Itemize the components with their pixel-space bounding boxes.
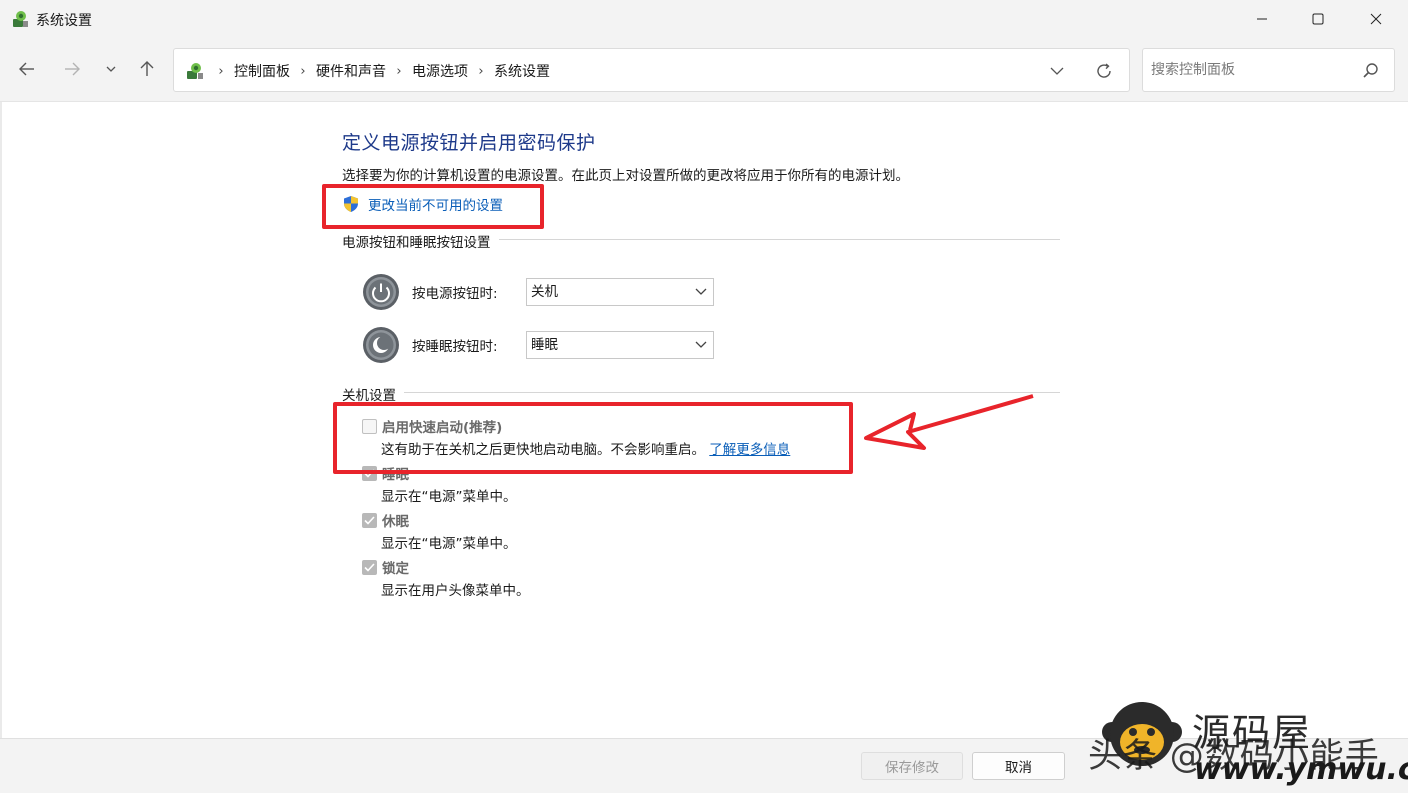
hibernate-description: 显示在“电源”菜单中。 [381, 536, 517, 552]
sleep-button-action-select[interactable]: 睡眠 [526, 331, 714, 359]
breadcrumb-hardware-sound[interactable]: 硬件和声音 [312, 61, 390, 81]
power-button-action-select[interactable]: 关机 [526, 278, 714, 306]
change-unavailable-settings-link[interactable]: 更改当前不可用的设置 [342, 194, 503, 214]
checkmark-icon [364, 468, 375, 478]
refresh-icon [1097, 63, 1111, 78]
learn-more-link[interactable]: 了解更多信息 [709, 442, 790, 458]
sleep-checkbox-row[interactable]: 睡眠 [362, 463, 409, 483]
navigation-bar: › 控制面板 › 硬件和声音 › 电源选项 › 系统设置 [0, 38, 1408, 102]
power-section-title: 电源按钮和睡眠按钮设置 [342, 231, 499, 251]
breadcrumb-power-options[interactable]: 电源选项 [408, 61, 472, 81]
chevron-down-icon [106, 66, 116, 72]
chevron-down-icon [695, 341, 707, 348]
checkmark-icon [364, 515, 375, 525]
hibernate-checkbox[interactable] [362, 512, 377, 528]
chevron-down-icon [695, 288, 707, 295]
fast-startup-desc-text: 这有助于在关机之后更快地启动电脑。不会影响重启。 [381, 442, 705, 458]
sleep-button-action-value: 睡眠 [531, 337, 558, 353]
arrow-right-icon [65, 62, 80, 76]
search-input[interactable] [1151, 59, 1351, 81]
uac-shield-icon [344, 196, 358, 212]
annotation-arrow-icon [864, 394, 1034, 450]
fast-startup-checkbox[interactable] [362, 418, 377, 434]
page-title: 定义电源按钮并启用密码保护 [342, 132, 596, 154]
hibernate-label: 休眠 [382, 514, 409, 530]
close-icon [1370, 13, 1382, 25]
maximize-icon [1312, 13, 1324, 25]
search-box[interactable] [1142, 48, 1395, 92]
lock-checkbox-row[interactable]: 锁定 [362, 557, 409, 577]
lock-checkbox[interactable] [362, 559, 377, 575]
arrow-left-icon [19, 62, 34, 76]
power-icon [363, 274, 399, 310]
up-button[interactable] [134, 56, 160, 82]
search-icon[interactable] [1361, 61, 1381, 81]
forward-button[interactable] [59, 56, 85, 82]
title-bar: 系统设置 [0, 0, 1408, 38]
sleep-description: 显示在“电源”菜单中。 [381, 489, 517, 505]
control-panel-icon [187, 63, 203, 79]
address-history-dropdown[interactable] [1045, 61, 1069, 81]
sleep-label: 睡眠 [382, 467, 409, 483]
sleep-button-row: 按睡眠按钮时: 睡眠 [362, 325, 722, 365]
main-content: 定义电源按钮并启用密码保护 选择要为你的计算机设置的电源设置。在此页上对设置所做… [0, 102, 1408, 738]
refresh-button[interactable] [1092, 60, 1116, 82]
sleep-checkbox[interactable] [362, 465, 377, 481]
breadcrumb-control-panel[interactable]: 控制面板 [230, 61, 294, 81]
lock-label: 锁定 [382, 561, 409, 577]
back-button[interactable] [14, 56, 40, 82]
save-changes-button[interactable]: 保存修改 [861, 752, 963, 780]
maximize-button[interactable] [1290, 0, 1346, 38]
minimize-button[interactable] [1234, 0, 1290, 38]
page-description: 选择要为你的计算机设置的电源设置。在此页上对设置所做的更改将应用于你所有的电源计… [342, 168, 909, 184]
fast-startup-checkbox-row[interactable]: 启用快速启动(推荐) [362, 416, 502, 436]
sleep-button-label: 按睡眠按钮时: [412, 339, 498, 355]
breadcrumb: › 控制面板 › 硬件和声音 › 电源选项 › 系统设置 [212, 61, 554, 81]
recent-locations-button[interactable] [98, 56, 124, 82]
control-panel-icon [13, 11, 28, 27]
checkmark-icon [364, 562, 375, 572]
power-button-label: 按电源按钮时: [412, 286, 498, 302]
sleep-moon-icon [363, 327, 399, 363]
breadcrumb-separator[interactable]: › [390, 64, 408, 79]
shutdown-section-title: 关机设置 [342, 384, 404, 404]
close-button[interactable] [1348, 0, 1404, 38]
chevron-down-icon [1050, 67, 1064, 75]
watermark-url: www.ymwu.com [1194, 752, 1408, 787]
breadcrumb-separator[interactable]: › [294, 64, 312, 79]
minimize-icon [1257, 18, 1267, 20]
fast-startup-description: 这有助于在关机之后更快地启动电脑。不会影响重启。 了解更多信息 [381, 438, 790, 458]
window-title: 系统设置 [36, 13, 92, 29]
hibernate-checkbox-row[interactable]: 休眠 [362, 510, 409, 530]
power-button-row: 按电源按钮时: 关机 [362, 272, 722, 312]
lock-description: 显示在用户头像菜单中。 [381, 583, 530, 599]
change-link-label[interactable]: 更改当前不可用的设置 [368, 194, 503, 214]
arrow-up-icon [140, 61, 154, 76]
breadcrumb-separator: › [218, 63, 224, 79]
address-bar[interactable]: › 控制面板 › 硬件和声音 › 电源选项 › 系统设置 [173, 48, 1130, 92]
fast-startup-label: 启用快速启动(推荐) [382, 420, 503, 436]
breadcrumb-separator[interactable]: › [472, 64, 490, 79]
breadcrumb-system-settings[interactable]: 系统设置 [490, 61, 554, 81]
power-button-action-value: 关机 [531, 284, 558, 300]
cancel-button[interactable]: 取消 [972, 752, 1065, 780]
